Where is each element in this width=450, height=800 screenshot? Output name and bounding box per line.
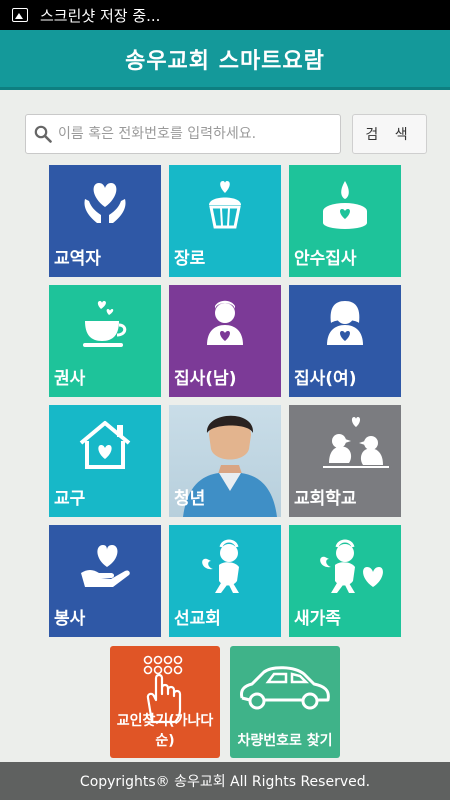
search-box[interactable] [25, 114, 341, 154]
tile-label: 집사(남) [174, 369, 237, 389]
tile-label: 선교회 [174, 609, 221, 629]
tile-youth[interactable]: 청년 [169, 405, 281, 517]
tile-label: 봉사 [54, 609, 86, 629]
button-label: 차량번호로 찾기 [237, 733, 333, 749]
status-bar: 스크린샷 저장 중... [0, 0, 450, 30]
tile-new-family[interactable]: 새가족 [289, 525, 401, 637]
image-icon [12, 8, 28, 22]
tile-label: 집사(여) [294, 369, 357, 389]
tile-parish[interactable]: 교구 [49, 405, 161, 517]
tile-deacons-female[interactable]: 집사(여) [289, 285, 401, 397]
footer: Copyrights® 송우교회 All Rights Reserved. [0, 762, 450, 800]
cupcake-heart-icon [209, 181, 241, 229]
status-notification: 스크린샷 저장 중... [40, 6, 161, 25]
tile-elders[interactable]: 장로 [169, 165, 281, 277]
copyright-text: Copyrights® 송우교회 All Rights Reserved. [79, 774, 371, 790]
tile-deacons-male[interactable]: 집사(남) [169, 285, 281, 397]
tile-label: 안수집사 [294, 249, 357, 269]
man-heart-icon [207, 300, 243, 345]
tile-mission[interactable]: 선교회 [169, 525, 281, 637]
find-members-alphabetical-button[interactable]: 교인찾기(가나다순) [110, 646, 220, 758]
tile-label: 교회학교 [294, 489, 357, 509]
button-label: 교인찾기(가나다순) [116, 713, 214, 749]
teacup-heart-icon [83, 301, 127, 347]
tile-service[interactable]: 봉사 [49, 525, 161, 637]
tile-kwonsa[interactable]: 권사 [49, 285, 161, 397]
tile-church-school[interactable]: 교회학교 [289, 405, 401, 517]
lovebirds-icon [323, 417, 389, 468]
cherub-icon [202, 539, 239, 593]
main-content: 검 색 교역자 장로 안수집사 [0, 90, 450, 762]
hand-heart-icon [81, 545, 130, 587]
cherub-heart-icon [320, 539, 383, 593]
candle-heart-icon [323, 181, 367, 229]
app-header: 송우교회 스마트요람 [0, 30, 450, 90]
search-button[interactable]: 검 색 [352, 114, 427, 154]
tile-label: 권사 [54, 369, 86, 389]
find-by-car-number-button[interactable]: 차량번호로 찾기 [230, 646, 340, 758]
tile-label: 새가족 [294, 609, 341, 629]
tile-ordained-deacons[interactable]: 안수집사 [289, 165, 401, 277]
search-icon [34, 125, 52, 143]
woman-heart-icon [327, 301, 363, 345]
tile-pastors[interactable]: 교역자 [49, 165, 161, 277]
house-heart-icon [79, 421, 131, 469]
tile-label: 교구 [54, 489, 86, 509]
tile-label: 교역자 [54, 249, 101, 269]
tile-label: 청년 [174, 489, 206, 509]
search-input[interactable] [58, 126, 328, 142]
tile-label: 장로 [174, 249, 206, 269]
page-title: 송우교회 스마트요람 [125, 48, 325, 74]
hands-heart-icon [84, 183, 126, 223]
car-icon [240, 666, 330, 710]
